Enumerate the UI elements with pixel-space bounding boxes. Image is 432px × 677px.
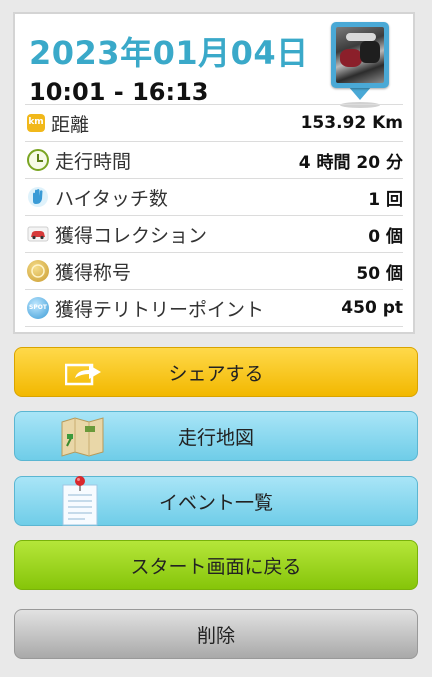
- km-icon: km: [27, 114, 45, 132]
- stat-row-high-five: ハイタッチ数 1 回: [25, 178, 403, 215]
- car-icon: [27, 223, 49, 245]
- trip-date: 2023年01月04日: [29, 34, 309, 72]
- event-list-button-label: イベント一覧: [158, 491, 273, 514]
- stat-label: 距離: [51, 113, 90, 136]
- spot-icon: SPOT: [27, 297, 49, 319]
- stat-value: 1 回: [368, 189, 403, 210]
- trip-photo-thumbnail: [336, 27, 384, 83]
- ride-map-button[interactable]: 走行地図: [14, 411, 418, 461]
- share-arrow-icon: [65, 363, 101, 386]
- trip-time-range: 10:01 - 16:13: [29, 78, 209, 106]
- delete-button-label: 削除: [196, 624, 235, 647]
- stat-value: 153.92 Km: [300, 113, 403, 133]
- map-icon: [61, 417, 104, 457]
- event-list-button[interactable]: イベント一覧: [14, 476, 418, 526]
- stat-label: 獲得テリトリーポイント: [55, 298, 265, 321]
- stats-list: km 距離 153.92 Km 走行時間 4 時間 20 分 ハイタッチ数 1 …: [25, 104, 403, 327]
- stat-row-titles: 獲得称号 50 個: [25, 252, 403, 289]
- stat-value: 0 個: [368, 226, 403, 247]
- stat-row-collection: 獲得コレクション 0 個: [25, 215, 403, 252]
- stat-label: 走行時間: [55, 150, 132, 173]
- trip-photo-pin[interactable]: [331, 22, 391, 108]
- stat-value: 450 pt: [341, 298, 403, 318]
- stat-row-territory-points: SPOT 獲得テリトリーポイント 450 pt: [25, 289, 403, 327]
- stat-value: 50 個: [356, 263, 403, 284]
- stat-row-distance: km 距離 153.92 Km: [25, 104, 403, 141]
- back-to-start-button-label: スタート画面に戻る: [130, 555, 302, 578]
- share-button[interactable]: シェアする: [14, 347, 418, 397]
- share-button-label: シェアする: [168, 362, 264, 385]
- back-to-start-button[interactable]: スタート画面に戻る: [14, 540, 418, 590]
- high-five-icon: [27, 186, 49, 208]
- stat-row-ride-time: 走行時間 4 時間 20 分: [25, 141, 403, 178]
- stat-label: 獲得コレクション: [55, 224, 208, 247]
- ride-map-button-label: 走行地図: [177, 426, 254, 449]
- delete-button[interactable]: 削除: [14, 609, 418, 659]
- stat-label: ハイタッチ数: [55, 187, 168, 210]
- trip-summary-card: 2023年01月04日 10:01 - 16:13 km 距離 153.92 K…: [13, 12, 415, 334]
- event-list-icon: [62, 476, 98, 526]
- stat-label: 獲得称号: [55, 261, 132, 284]
- stat-value: 4 時間 20 分: [298, 152, 403, 173]
- medal-icon: [27, 260, 49, 282]
- clock-icon: [27, 149, 49, 171]
